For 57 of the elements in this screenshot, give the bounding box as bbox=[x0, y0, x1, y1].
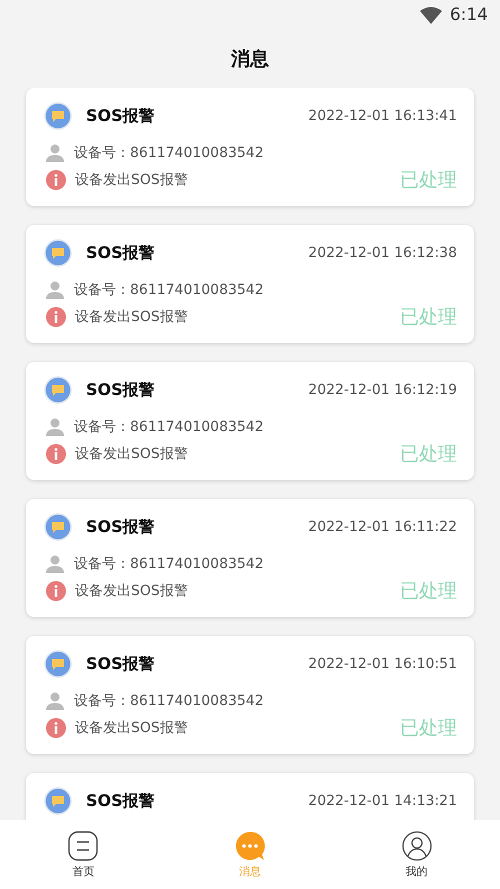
message-icon bbox=[44, 239, 72, 267]
nav-tab[interactable]: 我的 bbox=[333, 820, 500, 889]
status-label: 已处理 bbox=[400, 305, 457, 330]
person-icon bbox=[46, 144, 64, 162]
info-icon bbox=[46, 718, 66, 738]
message-time: 2022-12-01 16:12:38 bbox=[308, 245, 457, 261]
message-title: SOS报警 bbox=[86, 242, 156, 264]
message-card[interactable]: SOS报警 2022-12-01 16:11:22 设备号：861174010083542 设备发出SOS报警 已处理 bbox=[26, 499, 474, 617]
clock: 6:14 bbox=[450, 5, 488, 25]
message-title: SOS报警 bbox=[86, 516, 156, 538]
status-label: 已处理 bbox=[400, 442, 457, 467]
message-title: SOS报警 bbox=[86, 106, 156, 126]
device-number: 设备号：861174010083542 bbox=[74, 144, 265, 162]
alert-text: 设备发出SOS报警 bbox=[75, 171, 189, 189]
message-time: 2022-12-01 16:10:51 bbox=[308, 656, 457, 672]
device-number: 设备号：861174010083542 bbox=[74, 418, 265, 436]
message-card[interactable]: SOS报警 2022-12-01 14:13:21 bbox=[26, 773, 474, 820]
message-icon bbox=[44, 513, 72, 541]
message-icon bbox=[44, 650, 72, 678]
message-card[interactable]: SOS报警 2022-12-01 16:10:51 设备号：861174010083542 设备发出SOS报警 已处理 bbox=[26, 636, 474, 754]
message-title: SOS报警 bbox=[86, 790, 156, 812]
message-time: 2022-12-01 14:13:21 bbox=[308, 793, 457, 809]
info-icon bbox=[46, 307, 66, 327]
alert-text: 设备发出SOS报警 bbox=[75, 308, 189, 326]
message-title: SOS报警 bbox=[86, 654, 156, 674]
person-icon bbox=[46, 281, 64, 299]
message-time: 2022-12-01 16:12:19 bbox=[308, 382, 457, 398]
message-title: SOS报警 bbox=[86, 380, 156, 400]
page-title: 消息 bbox=[231, 47, 269, 72]
person-icon bbox=[46, 692, 64, 710]
message-card[interactable]: SOS报警 2022-12-01 16:13:41 设备号：861174010083542 设备发出SOS报警 已处理 bbox=[26, 88, 474, 206]
status-label: 已处理 bbox=[400, 168, 457, 193]
home-icon bbox=[68, 830, 98, 860]
message-icon bbox=[44, 787, 72, 815]
info-icon bbox=[46, 444, 66, 464]
device-number: 设备号：861174010083542 bbox=[74, 692, 265, 710]
device-number: 设备号：861174010083542 bbox=[74, 281, 265, 299]
alert-text: 设备发出SOS报警 bbox=[75, 582, 189, 600]
alert-text: 设备发出SOS报警 bbox=[75, 719, 189, 737]
info-icon bbox=[46, 170, 66, 190]
message-icon bbox=[44, 102, 72, 130]
message-time: 2022-12-01 16:13:41 bbox=[308, 108, 457, 124]
person-icon bbox=[46, 418, 64, 436]
chat-icon bbox=[235, 830, 265, 860]
status-label: 已处理 bbox=[400, 579, 457, 604]
message-time: 2022-12-01 16:11:22 bbox=[308, 519, 457, 535]
wifi-icon bbox=[420, 6, 442, 24]
nav-tab[interactable]: 首页 bbox=[0, 820, 167, 889]
device-number: 设备号：861174010083542 bbox=[74, 555, 265, 573]
message-icon bbox=[44, 376, 72, 404]
message-card[interactable]: SOS报警 2022-12-01 16:12:19 设备号：861174010083542 设备发出SOS报警 已处理 bbox=[26, 362, 474, 480]
status-label: 已处理 bbox=[400, 716, 457, 741]
alert-text: 设备发出SOS报警 bbox=[75, 445, 189, 463]
profile-icon bbox=[402, 830, 432, 860]
person-icon bbox=[46, 555, 64, 573]
message-card[interactable]: SOS报警 2022-12-01 16:12:38 设备号：861174010083542 设备发出SOS报警 已处理 bbox=[26, 225, 474, 343]
info-icon bbox=[46, 581, 66, 601]
